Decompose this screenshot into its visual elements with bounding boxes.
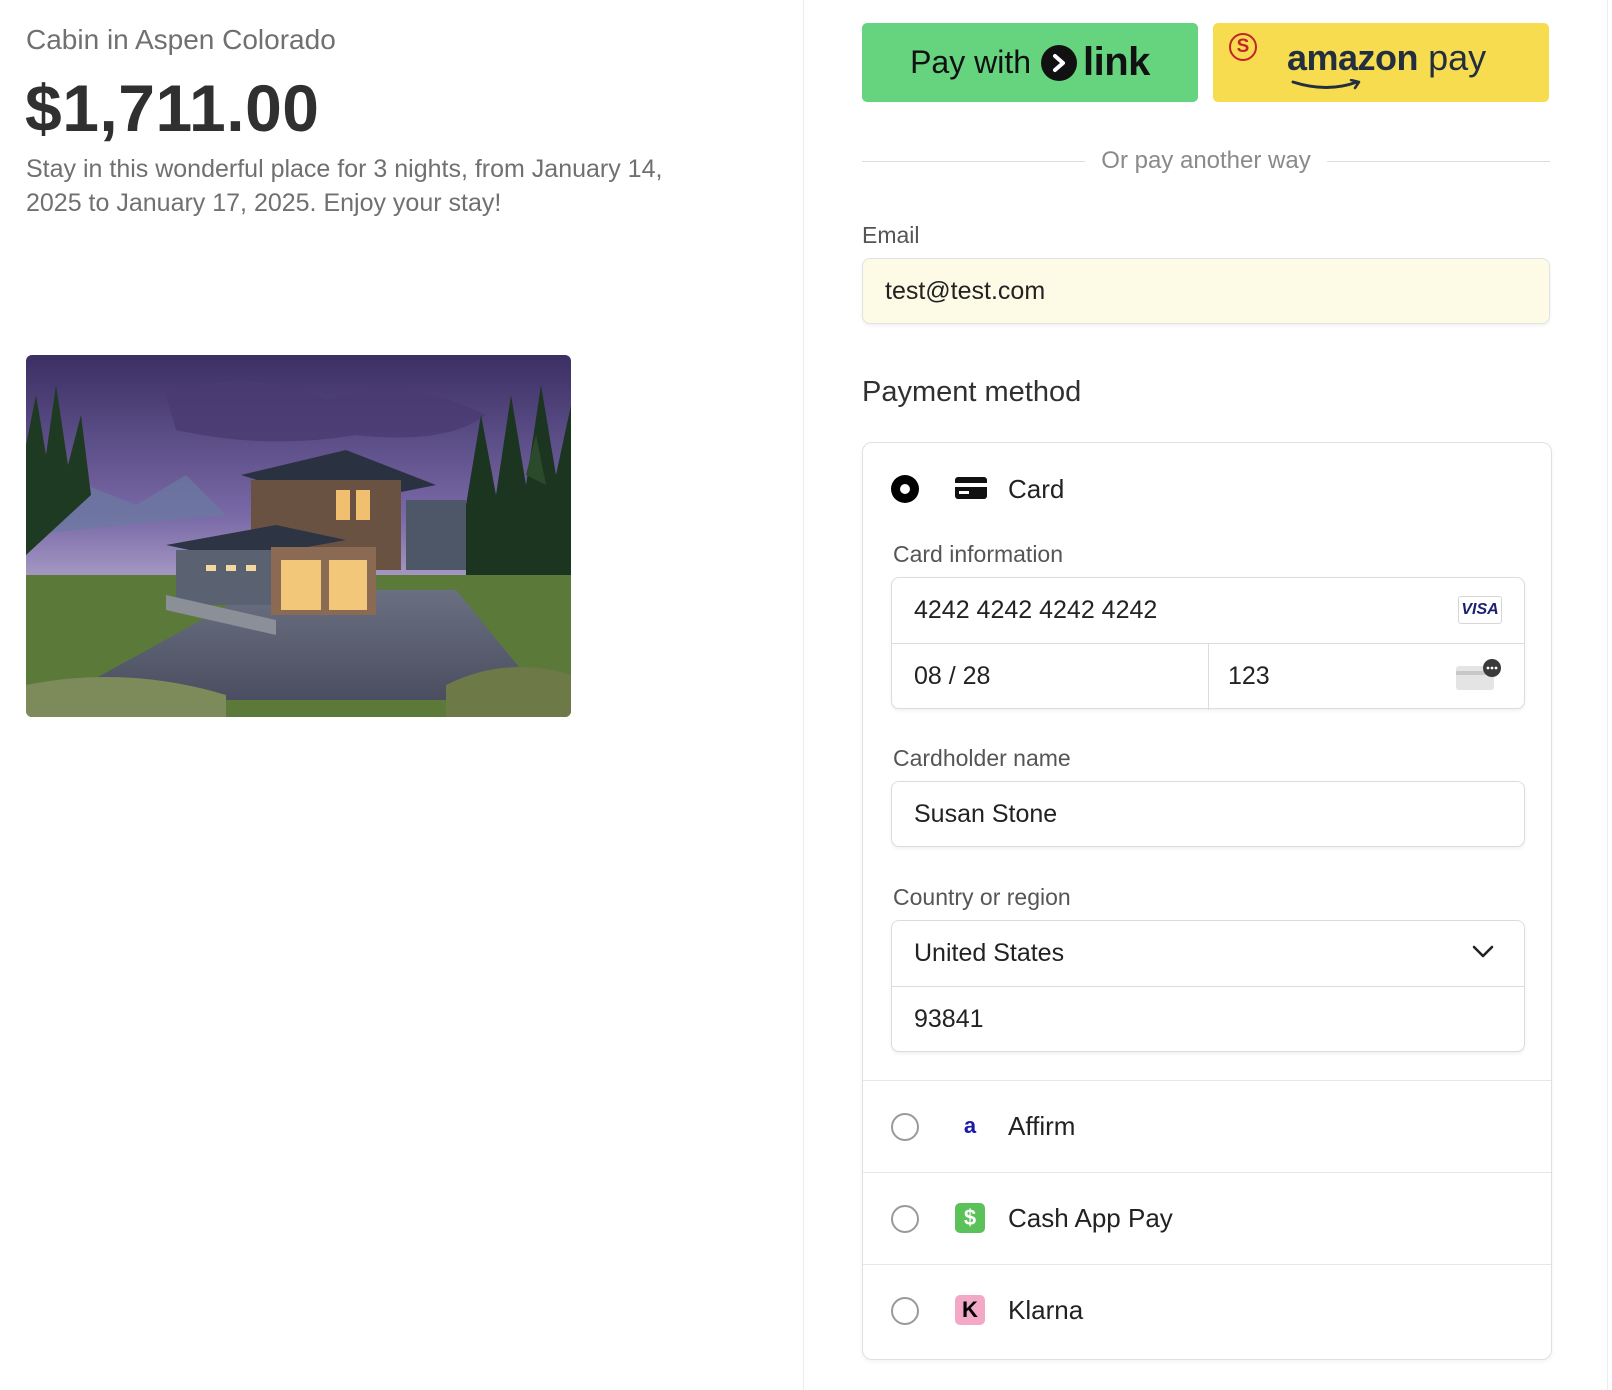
amazon-pay-wordmark: amazon pay [1287, 37, 1486, 79]
column-divider [803, 0, 804, 1390]
product-price: $1,711.00 [25, 71, 320, 145]
cash-app-radio[interactable] [891, 1205, 919, 1233]
amazon-pay-button[interactable]: S amazon pay [1213, 23, 1549, 102]
link-wordmark: link [1083, 40, 1150, 84]
cvc-hint-icon [1456, 659, 1501, 690]
amazon-pay-brand-text: amazon [1287, 37, 1419, 78]
zip-input[interactable]: 93841 [914, 1005, 1474, 1035]
link-logo-icon [1041, 44, 1078, 81]
payment-option-card[interactable]: Card [863, 443, 1551, 533]
card-information-group: 4242 4242 4242 4242 VISA 08 / 28 123 [891, 577, 1525, 710]
klarna-label: Klarna [1008, 1295, 1084, 1325]
chevron-down-icon[interactable] [1472, 945, 1494, 959]
country-select[interactable]: United States [914, 939, 1064, 968]
billing-address-group: United States 93841 [891, 920, 1525, 1052]
card-expiry-input[interactable]: 08 / 28 [914, 662, 1194, 692]
or-divider: Or pay another way [862, 146, 1550, 176]
amazon-pay-word-text: pay [1428, 37, 1487, 78]
or-divider-line-left [862, 160, 1086, 162]
klarna-icon: K [955, 1295, 985, 1325]
expiry-cvc-divider [1208, 643, 1209, 710]
right-edge-divider [1607, 0, 1608, 1390]
cardholder-name-value: Susan Stone [914, 800, 1058, 828]
email-label: Email [862, 222, 920, 248]
product-description: Stay in this wonderful place for 3 night… [26, 155, 663, 217]
affirm-icon: a [963, 1113, 977, 1138]
klarna-radio[interactable] [891, 1297, 919, 1325]
email-field[interactable]: test@test.com [862, 258, 1550, 324]
product-name: Cabin in Aspen Colorado [26, 24, 336, 55]
amazon-pay-logo-icon: S [1229, 33, 1257, 61]
affirm-label: Affirm [1008, 1111, 1076, 1141]
country-zip-divider [892, 986, 1524, 987]
card-number-input[interactable]: 4242 4242 4242 4242 [914, 596, 1414, 626]
card-information-label: Card information [893, 541, 1064, 567]
cash-app-icon: $ [955, 1203, 985, 1233]
or-divider-line-right [1326, 160, 1550, 162]
product-image [26, 355, 571, 717]
card-label: Card [1008, 474, 1065, 504]
card-radio[interactable] [891, 475, 919, 503]
pay-with-link-button[interactable]: Pay with link [862, 23, 1198, 102]
payment-method-list: Card Card information 4242 4242 4242 424… [862, 442, 1552, 1360]
pay-with-link-prefix: Pay with [910, 44, 1032, 80]
visa-icon: VISA [1458, 596, 1502, 624]
payment-option-affirm[interactable]: a Affirm [863, 1080, 1551, 1173]
cardholder-name-field[interactable]: Susan Stone [891, 781, 1525, 847]
country-region-label: Country or region [893, 884, 1071, 910]
payment-option-cash-app-pay[interactable]: $ Cash App Pay [863, 1172, 1551, 1265]
card-cvc-input[interactable]: 123 [1228, 662, 1428, 692]
affirm-radio[interactable] [891, 1113, 919, 1141]
amazon-smile-icon [1291, 79, 1361, 90]
payment-method-title: Payment method [862, 376, 1082, 408]
or-divider-text: Or pay another way [1101, 147, 1311, 174]
cardholder-name-label: Cardholder name [893, 745, 1071, 771]
payment-option-klarna[interactable]: K Klarna [863, 1264, 1551, 1357]
cash-app-pay-label: Cash App Pay [1008, 1203, 1173, 1233]
credit-card-icon [955, 477, 987, 499]
